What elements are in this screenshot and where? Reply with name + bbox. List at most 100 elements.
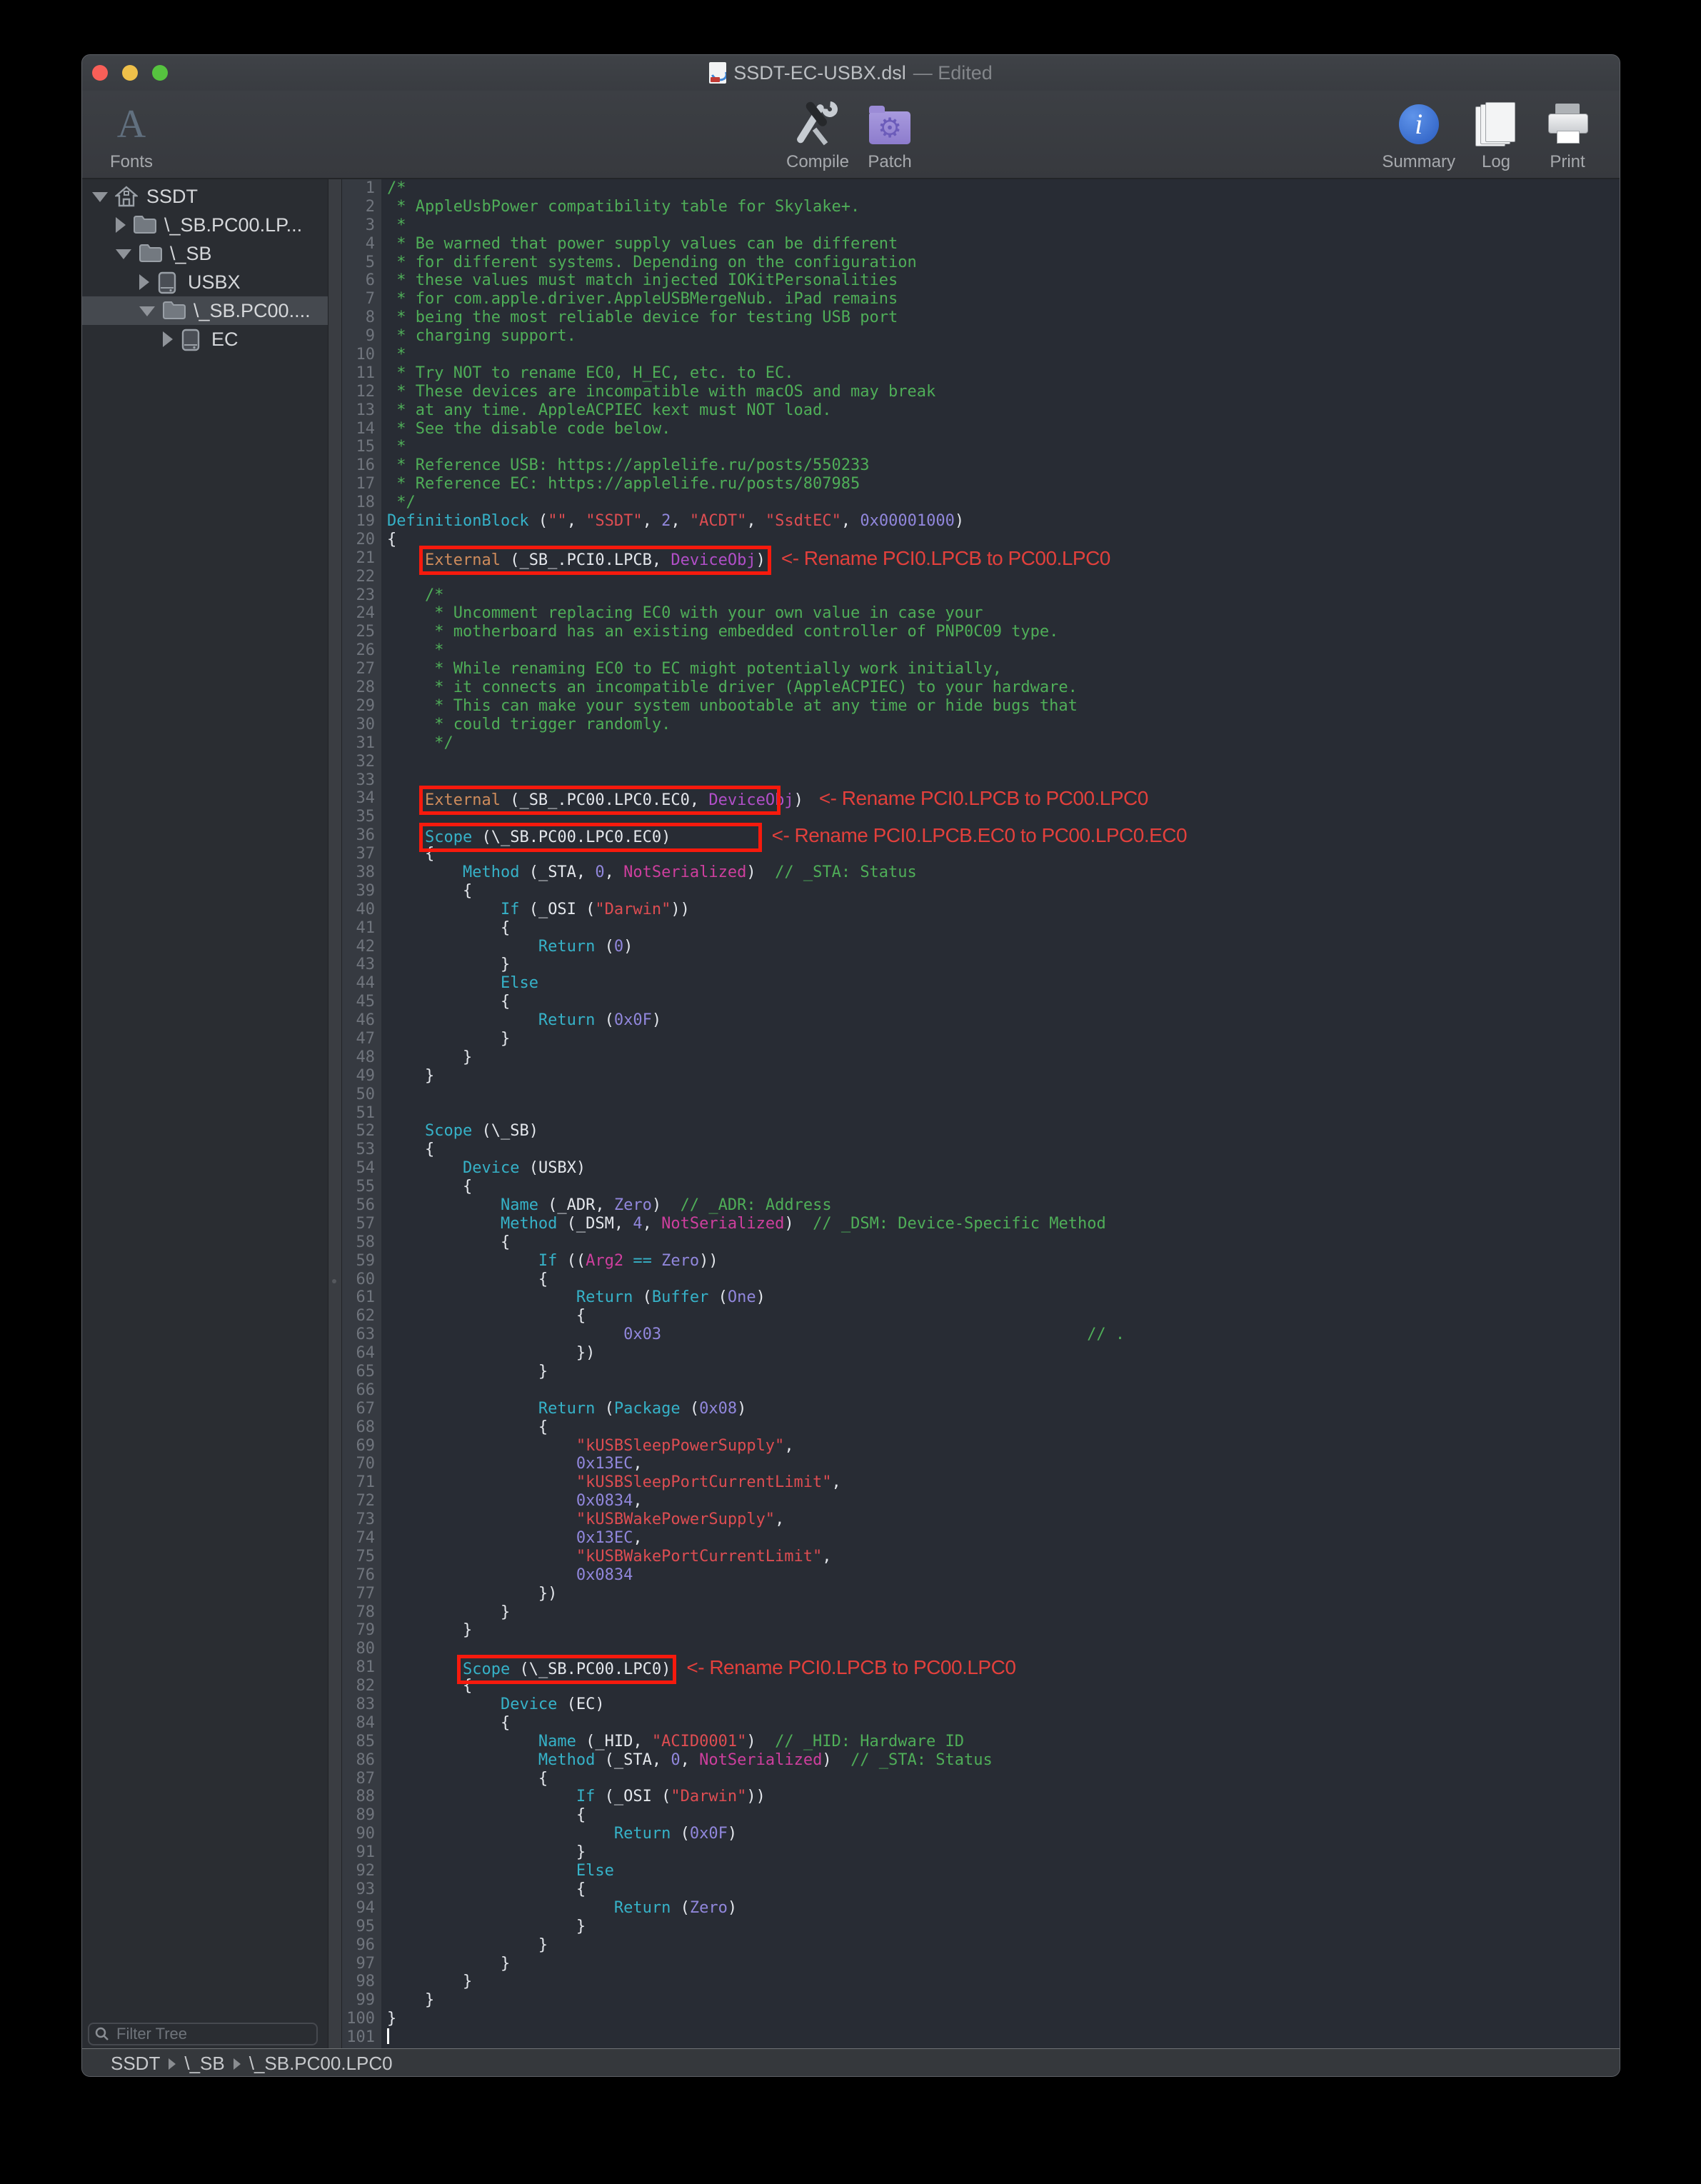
- code-line[interactable]: {: [381, 1880, 1620, 1899]
- code-line[interactable]: [381, 753, 1620, 771]
- code-line[interactable]: }: [381, 1030, 1620, 1048]
- code-line[interactable]: * Reference USB: https://applelife.ru/po…: [381, 456, 1620, 475]
- code-line[interactable]: * could trigger randomly.: [381, 716, 1620, 734]
- code-line[interactable]: *: [381, 438, 1620, 456]
- code-line[interactable]: {: [381, 919, 1620, 938]
- sidebar-item-ssdt[interactable]: SSDT: [82, 182, 328, 211]
- code-line[interactable]: Return (0x0F): [381, 1011, 1620, 1030]
- code-line[interactable]: * Be warned that power supply values can…: [381, 235, 1620, 254]
- code-line[interactable]: Return (Buffer (One): [381, 1288, 1620, 1307]
- code-line[interactable]: *: [381, 346, 1620, 364]
- filter-tree-input[interactable]: [115, 2024, 323, 2044]
- code-line[interactable]: * Uncomment replacing EC0 with your own …: [381, 604, 1620, 623]
- code-line[interactable]: Return (0): [381, 938, 1620, 956]
- code-line[interactable]: If (_OSI ("Darwin")): [381, 901, 1620, 919]
- breadcrumb-sb[interactable]: \_SB: [184, 2053, 224, 2075]
- code-line[interactable]: {: [381, 993, 1620, 1011]
- code-line[interactable]: * charging support.: [381, 327, 1620, 346]
- code-line[interactable]: * at any time. AppleACPIEC kext must NOT…: [381, 401, 1620, 420]
- code-line[interactable]: }: [381, 1067, 1620, 1086]
- code-line[interactable]: "kUSBSleepPowerSupply",: [381, 1437, 1620, 1456]
- code-line[interactable]: }: [381, 1955, 1620, 1973]
- document-proxy-icon[interactable]: [709, 62, 726, 84]
- code-line[interactable]: {: [381, 1307, 1620, 1326]
- code-line[interactable]: }: [381, 1363, 1620, 1381]
- code-line[interactable]: "kUSBWakePortCurrentLimit",: [381, 1548, 1620, 1566]
- code-line[interactable]: }: [381, 956, 1620, 974]
- code-line[interactable]: {: [381, 1418, 1620, 1437]
- print-button[interactable]: Print: [1537, 95, 1598, 172]
- code-line[interactable]: * these values must match injected IOKit…: [381, 271, 1620, 290]
- code-line[interactable]: Method (_STA, 0, NotSerialized) // _STA:…: [381, 1751, 1620, 1770]
- log-button[interactable]: Log: [1465, 95, 1527, 172]
- code-line[interactable]: Name (_HID, "ACID0001") // _HID: Hardwar…: [381, 1733, 1620, 1751]
- sidebar-item-sbpc00lp[interactable]: \_SB.PC00.LP...: [82, 211, 328, 239]
- code-line[interactable]: Return (0x0F): [381, 1825, 1620, 1843]
- code-line[interactable]: {: [381, 1178, 1620, 1196]
- code-line[interactable]: }: [381, 1603, 1620, 1622]
- code-line[interactable]: */: [381, 734, 1620, 753]
- code-line[interactable]: * Reference EC: https://applelife.ru/pos…: [381, 475, 1620, 494]
- breadcrumb-scope[interactable]: \_SB.PC00.LPC0: [249, 2053, 393, 2075]
- code-line[interactable]: 0x13EC,: [381, 1529, 1620, 1548]
- code-line[interactable]: * for com.apple.driver.AppleUSBMergeNub.…: [381, 290, 1620, 309]
- code-line[interactable]: * While renaming EC0 to EC might potenti…: [381, 660, 1620, 678]
- code-line[interactable]: * for different systems. Depending on th…: [381, 254, 1620, 272]
- disclosure-closed-icon[interactable]: [163, 331, 173, 347]
- code-line[interactable]: {: [381, 1806, 1620, 1825]
- code-line[interactable]: If ((Arg2 == Zero)): [381, 1252, 1620, 1271]
- code-line[interactable]: Method (_STA, 0, NotSerialized) // _STA:…: [381, 863, 1620, 882]
- code-line[interactable]: * it connects an incompatible driver (Ap…: [381, 678, 1620, 697]
- code-line[interactable]: * These devices are incompatible with ma…: [381, 383, 1620, 401]
- disclosure-open-icon[interactable]: [92, 192, 108, 202]
- code-line[interactable]: /*: [381, 586, 1620, 605]
- code-line[interactable]: }): [381, 1344, 1620, 1363]
- code-line[interactable]: * motherboard has an existing embedded c…: [381, 623, 1620, 641]
- disclosure-closed-icon[interactable]: [116, 217, 126, 233]
- code-line[interactable]: }: [381, 1918, 1620, 1936]
- code-line[interactable]: {: [381, 1271, 1620, 1289]
- code-line[interactable]: {: [381, 1141, 1620, 1159]
- code-line[interactable]: {: [381, 1770, 1620, 1788]
- code-line[interactable]: /*: [381, 179, 1620, 198]
- sidebar-item-sbpc00[interactable]: \_SB.PC00....: [82, 296, 328, 325]
- code-line[interactable]: Device (EC): [381, 1695, 1620, 1714]
- code-line[interactable]: * being the most reliable device for tes…: [381, 309, 1620, 327]
- code-line[interactable]: */: [381, 494, 1620, 512]
- code-line[interactable]: [381, 2028, 1620, 2047]
- code-line[interactable]: }: [381, 2010, 1620, 2028]
- code-line[interactable]: *: [381, 641, 1620, 660]
- filter-field[interactable]: [88, 2023, 318, 2045]
- disclosure-open-icon[interactable]: [116, 249, 131, 259]
- code-line[interactable]: {: [381, 845, 1620, 863]
- code-line[interactable]: * Try NOT to rename EC0, H_EC, etc. to E…: [381, 364, 1620, 383]
- code-line[interactable]: Scope (\_SB.PC00.LPC0.EC0) <- Rename PCI…: [381, 826, 1620, 845]
- code-line[interactable]: Else: [381, 974, 1620, 993]
- code-line[interactable]: DefinitionBlock ("", "SSDT", 2, "ACDT", …: [381, 512, 1620, 531]
- code-line[interactable]: Scope (\_SB): [381, 1122, 1620, 1141]
- code-line[interactable]: {: [381, 1714, 1620, 1733]
- code-line[interactable]: Device (USBX): [381, 1159, 1620, 1178]
- code-line[interactable]: Else: [381, 1862, 1620, 1880]
- code-line[interactable]: 0x13EC,: [381, 1455, 1620, 1473]
- code-line[interactable]: {: [381, 1233, 1620, 1252]
- code-line[interactable]: [381, 1381, 1620, 1400]
- title-bar[interactable]: SSDT-EC-USBX.dsl — Edited: [82, 55, 1620, 91]
- code-line[interactable]: }: [381, 1991, 1620, 2010]
- code-line[interactable]: Name (_ADR, Zero) // _ADR: Address: [381, 1196, 1620, 1215]
- code-line[interactable]: If (_OSI ("Darwin")): [381, 1788, 1620, 1806]
- disclosure-open-icon[interactable]: [139, 306, 155, 316]
- code-line[interactable]: Return (Package (0x08): [381, 1400, 1620, 1418]
- code-line[interactable]: * AppleUsbPower compatibility table for …: [381, 198, 1620, 216]
- code-line[interactable]: * This can make your system unbootable a…: [381, 697, 1620, 716]
- code-line[interactable]: [381, 1086, 1620, 1104]
- code-line[interactable]: {: [381, 882, 1620, 901]
- code-line[interactable]: {: [381, 531, 1620, 549]
- code-line[interactable]: [381, 568, 1620, 586]
- code-line[interactable]: 0x03 // .: [381, 1326, 1620, 1344]
- code-line[interactable]: }: [381, 1621, 1620, 1640]
- code-line[interactable]: External (_SB_.PC00.LPC0.EC0, DeviceObj)…: [381, 789, 1620, 808]
- code-line[interactable]: 0x0834,: [381, 1492, 1620, 1511]
- sidebar-item-ec[interactable]: EC: [82, 325, 328, 354]
- breadcrumb-root[interactable]: SSDT: [111, 2053, 160, 2075]
